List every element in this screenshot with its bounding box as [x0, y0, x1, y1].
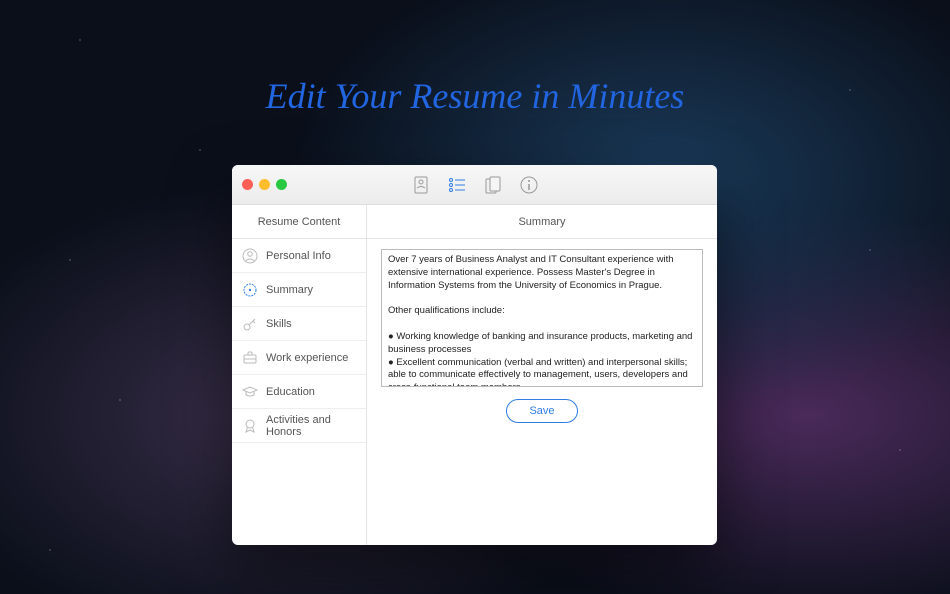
- award-icon: [242, 418, 258, 434]
- sidebar-item-label: Education: [266, 386, 315, 398]
- briefcase-icon: [242, 350, 258, 366]
- sidebar-header: Resume Content: [232, 205, 366, 239]
- page-headline: Edit Your Resume in Minutes: [0, 75, 950, 117]
- list-icon[interactable]: [448, 175, 466, 195]
- sidebar-item-label: Activities and Honors: [266, 414, 356, 438]
- info-icon[interactable]: [520, 175, 538, 195]
- maximize-button[interactable]: [276, 179, 287, 190]
- main-panel: Summary Save: [367, 205, 717, 545]
- graduation-icon: [242, 384, 258, 400]
- sidebar-item-label: Work experience: [266, 352, 348, 364]
- sidebar-item-work-experience[interactable]: Work experience: [232, 341, 366, 375]
- sidebar-item-label: Personal Info: [266, 250, 331, 262]
- summary-textarea[interactable]: [381, 249, 703, 387]
- summary-icon: [242, 282, 258, 298]
- copy-icon[interactable]: [484, 175, 502, 195]
- main-header: Summary: [367, 205, 717, 239]
- close-button[interactable]: [242, 179, 253, 190]
- sidebar: Resume Content Personal Info Summary Ski…: [232, 205, 367, 545]
- sidebar-item-label: Skills: [266, 318, 292, 330]
- window-controls: [242, 179, 287, 190]
- window-body: Resume Content Personal Info Summary Ski…: [232, 205, 717, 545]
- sidebar-item-skills[interactable]: Skills: [232, 307, 366, 341]
- main-content: Save: [367, 239, 717, 433]
- minimize-button[interactable]: [259, 179, 270, 190]
- resume-icon[interactable]: [412, 175, 430, 195]
- toolbar: [412, 175, 538, 195]
- sidebar-item-activities[interactable]: Activities and Honors: [232, 409, 366, 443]
- sidebar-item-education[interactable]: Education: [232, 375, 366, 409]
- sidebar-item-label: Summary: [266, 284, 313, 296]
- key-icon: [242, 316, 258, 332]
- sidebar-item-summary[interactable]: Summary: [232, 273, 366, 307]
- save-button[interactable]: Save: [506, 399, 577, 423]
- sidebar-item-personal-info[interactable]: Personal Info: [232, 239, 366, 273]
- app-window: Resume Content Personal Info Summary Ski…: [232, 165, 717, 545]
- person-icon: [242, 248, 258, 264]
- window-titlebar: [232, 165, 717, 205]
